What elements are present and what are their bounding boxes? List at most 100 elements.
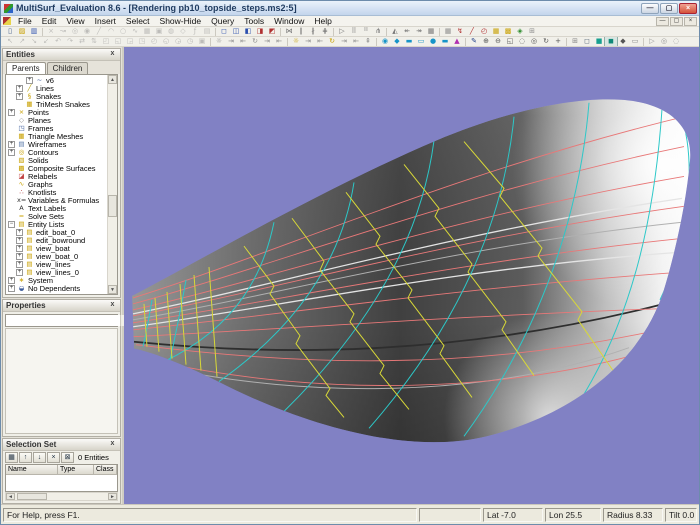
view-front-button[interactable]: ◆ (391, 37, 403, 46)
tree-scrollbar[interactable]: ▲ ▼ (107, 75, 117, 294)
view-top-button[interactable]: ▭ (415, 37, 427, 46)
remove-item-button[interactable]: × (47, 452, 60, 463)
view-back-button[interactable]: ▬ (439, 37, 451, 46)
probe-arrow-button[interactable]: ▷ (646, 37, 658, 46)
tree-item[interactable]: ◪ Relabels (6, 172, 107, 180)
hydrostatics-button[interactable]: ▩ (502, 27, 514, 36)
view-perspective-button[interactable]: ◉ (379, 37, 391, 46)
scroll-left-icon[interactable]: ◄ (6, 493, 15, 500)
bcurve-tool-button[interactable]: ∿ (129, 27, 141, 36)
view-side-button[interactable]: ▬ (403, 37, 415, 46)
view-layout-quad-button[interactable]: ◨ (254, 27, 266, 36)
previous-view-button[interactable]: ↞ (401, 27, 413, 36)
view-home-button[interactable]: ▲ (451, 37, 463, 46)
snake-tool-button[interactable]: ◎ (69, 27, 81, 36)
scroll-up-icon[interactable]: ▲ (108, 75, 117, 84)
render-viewport[interactable] (124, 47, 699, 504)
surface-tool-button[interactable]: ◉ (81, 27, 93, 36)
view-layout-single-button[interactable]: ◻ (218, 27, 230, 36)
toggle-grid-button[interactable]: ▦ (425, 27, 437, 36)
select-pointer-button[interactable]: ▷ (336, 27, 348, 36)
edit-tool-11-button[interactable]: ◲ (124, 37, 136, 46)
edit-tool-15-button[interactable]: ◶ (172, 37, 184, 46)
offsets-table-button[interactable]: ▦ (490, 27, 502, 36)
maximize-button[interactable]: ▢ (660, 3, 678, 14)
point-tool-button[interactable]: × (45, 27, 57, 36)
arc-tool-button[interactable]: ◠ (105, 27, 117, 36)
mesh-tool-button[interactable]: ▦ (141, 27, 153, 36)
tree-item[interactable]: + ~ v6 (6, 76, 107, 84)
background-mode-button[interactable]: ▭ (629, 37, 641, 46)
tree-expander-icon[interactable]: + (16, 85, 23, 92)
viewport-canvas[interactable] (124, 47, 699, 504)
grid-snap-button[interactable]: ⋕ (319, 27, 331, 36)
new-file-button[interactable]: ▯ (4, 27, 16, 36)
tree-item[interactable]: + ◒ No Dependents (6, 284, 107, 292)
probe-measure-button[interactable]: ◌ (670, 37, 682, 46)
select-fence-button[interactable]: ⠿ (348, 27, 360, 36)
close-icon[interactable]: x (108, 50, 117, 59)
edit-tool-5-button[interactable]: ↶ (52, 37, 64, 46)
tree-expander-icon[interactable]: + (8, 149, 15, 156)
tree-expander-icon[interactable]: + (8, 277, 15, 284)
close-button[interactable]: × (679, 3, 697, 14)
edit-curve-button[interactable]: ╱ (466, 27, 478, 36)
select-filter-button[interactable]: ⋔ (372, 27, 384, 36)
tree-expander-icon[interactable]: + (8, 109, 15, 116)
tree-expander-icon[interactable]: − (8, 221, 15, 228)
zoom-window-button[interactable]: ◱ (504, 37, 516, 46)
selection-column-header[interactable]: Class (94, 465, 117, 475)
tree-expander-icon[interactable]: + (8, 285, 15, 292)
entities-tab[interactable]: Children (47, 62, 89, 74)
mdi-close-button[interactable]: × (684, 17, 697, 26)
solid-tool-button[interactable]: ▣ (153, 27, 165, 36)
menu-item[interactable]: Select (121, 16, 155, 27)
sketch-pen-button[interactable]: ✎ (468, 37, 480, 46)
align-horizontal-button[interactable]: ∦ (307, 27, 319, 36)
formula-tool-button[interactable]: ƒ (189, 27, 201, 36)
hidden-line-mode-button[interactable]: ◻ (581, 37, 593, 46)
entities-tab[interactable]: Parents (6, 62, 46, 74)
tree-expander-icon[interactable]: + (16, 261, 23, 268)
tree-item[interactable]: ∿ Graphs (6, 180, 107, 188)
scroll-right-icon[interactable]: ► (108, 493, 117, 500)
menu-item[interactable]: Show-Hide (155, 16, 207, 27)
tree-item[interactable]: ▦ TriMesh Snakes (6, 100, 107, 108)
select-list-button[interactable]: ▦ (5, 452, 18, 463)
contour-tool-button[interactable]: ◍ (165, 27, 177, 36)
hide-list-button[interactable]: ⇥ (338, 37, 350, 46)
edit-tool-7-button[interactable]: ⇄ (76, 37, 88, 46)
tree-item[interactable]: + ◎ Contours (6, 148, 107, 156)
show-all-entities-button[interactable]: ☼ (290, 37, 302, 46)
zoom-in-button[interactable]: ⊕ (480, 37, 492, 46)
hide-parents-button[interactable]: ⇥ (261, 37, 273, 46)
menu-item[interactable]: Query (206, 16, 239, 27)
save-file-button[interactable]: ▥ (28, 27, 40, 36)
report-button[interactable]: ⊞ (526, 27, 538, 36)
show-selected-button[interactable]: ⇤ (237, 37, 249, 46)
entity-table-button[interactable]: ▦ (442, 27, 454, 36)
digitize-button[interactable]: ↯ (454, 27, 466, 36)
select-all-button[interactable]: ⠛ (360, 27, 372, 36)
shaded-mode-button[interactable]: ■ (593, 37, 605, 46)
menu-item[interactable]: Insert (90, 16, 121, 27)
scrollbar-thumb[interactable] (17, 493, 47, 500)
show-all-button[interactable]: ☼ (213, 37, 225, 46)
mdi-minimize-button[interactable]: — (656, 17, 669, 26)
tree-item[interactable]: + × Points (6, 108, 107, 116)
mdi-restore-button[interactable]: ▢ (670, 17, 683, 26)
edit-tool-13-button[interactable]: ◴ (148, 37, 160, 46)
view-body-button[interactable]: ● (427, 37, 439, 46)
tree-expander-icon[interactable]: + (8, 141, 15, 148)
show-parents-button[interactable]: ⇤ (273, 37, 285, 46)
edit-tool-4-button[interactable]: ↙ (40, 37, 52, 46)
texture-mode-button[interactable]: ◆ (617, 37, 629, 46)
query-point-button[interactable]: ◴ (478, 27, 490, 36)
view-layout-columns-button[interactable]: ◫ (230, 27, 242, 36)
selection-hscrollbar[interactable]: ◄ ► (5, 492, 118, 501)
visibility-dialog-button[interactable]: ⇞ (362, 37, 374, 46)
tree-expander-icon[interactable]: + (26, 77, 33, 84)
tree-expander-icon[interactable]: + (16, 237, 23, 244)
check-model-button[interactable]: ◈ (514, 27, 526, 36)
show-list-button[interactable]: ⇤ (350, 37, 362, 46)
